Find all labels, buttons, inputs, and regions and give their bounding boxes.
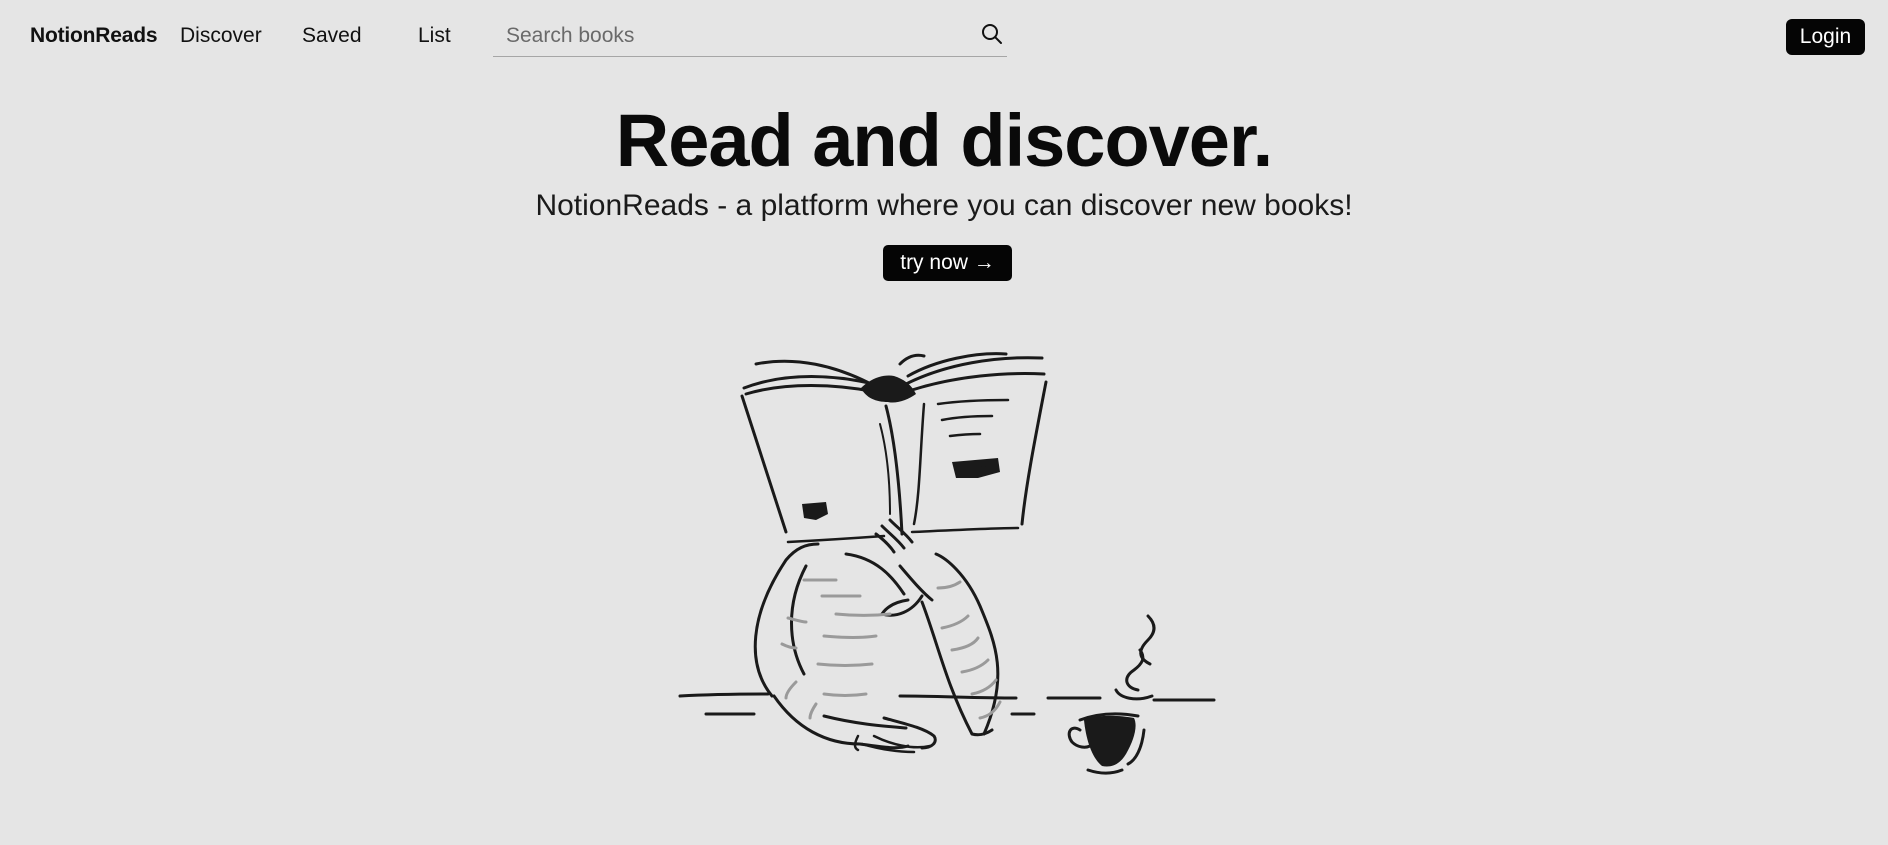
person: [753, 518, 1002, 754]
book: [740, 352, 1048, 544]
nav-link-list[interactable]: List: [418, 24, 451, 48]
search-icon[interactable]: [980, 22, 1004, 46]
hero-title: Read and discover.: [615, 99, 1274, 182]
login-button[interactable]: Login: [1786, 19, 1865, 55]
coffee-cup: [1067, 614, 1156, 775]
nav-link-saved[interactable]: Saved: [302, 24, 362, 48]
hero-subtitle: NotionReads - a platform where you can d…: [535, 189, 1353, 222]
table: [678, 692, 1216, 716]
reading-illustration: [678, 352, 1216, 775]
search-input[interactable]: [506, 23, 946, 49]
nav-link-discover[interactable]: Discover: [180, 24, 262, 48]
search-bar: [493, 17, 1007, 57]
brand-logo[interactable]: NotionReads: [30, 24, 158, 48]
navbar: NotionReads Discover Saved List Login: [0, 0, 1888, 72]
try-now-button[interactable]: try now →: [883, 245, 1012, 281]
